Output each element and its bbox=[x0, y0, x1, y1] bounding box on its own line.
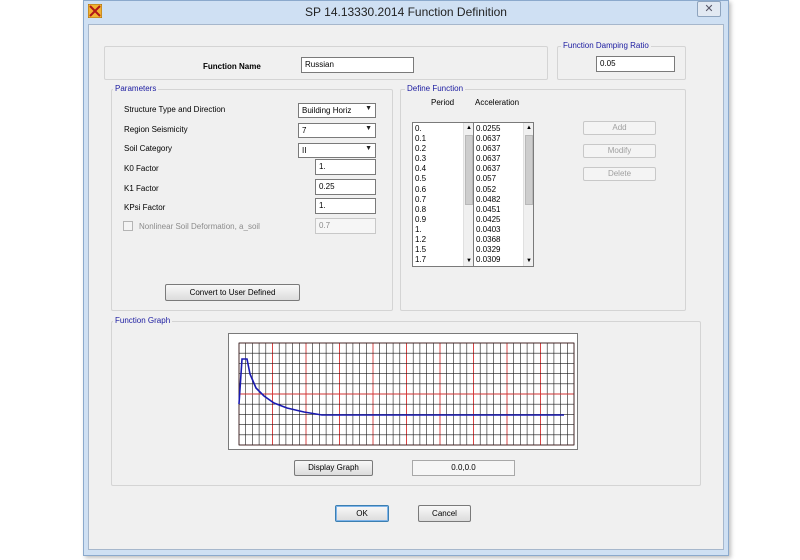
scroll-thumb[interactable] bbox=[525, 135, 533, 205]
chevron-down-icon: ▼ bbox=[365, 145, 372, 152]
graph-coordinate-readout: 0.0,0.0 bbox=[412, 460, 515, 476]
scroll-up-icon[interactable]: ▲ bbox=[524, 123, 533, 133]
soil-category-value: II bbox=[302, 146, 307, 155]
cancel-button[interactable]: Cancel bbox=[418, 505, 471, 522]
chevron-down-icon: ▼ bbox=[365, 105, 372, 112]
modify-button[interactable]: Modify bbox=[583, 144, 656, 158]
chevron-down-icon: ▼ bbox=[365, 125, 372, 132]
close-button[interactable]: ✕ bbox=[697, 1, 721, 17]
region-seismicity-label: Region Seismicity bbox=[124, 125, 188, 134]
soil-category-label: Soil Category bbox=[124, 144, 173, 153]
structure-type-select[interactable]: Building Horiz ▼ bbox=[298, 103, 376, 118]
function-name-input[interactable]: Russian bbox=[301, 57, 414, 73]
k1-factor-input[interactable]: 0.25 bbox=[315, 179, 376, 195]
function-graph bbox=[228, 333, 578, 450]
structure-type-value: Building Horiz bbox=[302, 106, 352, 115]
acceleration-list[interactable]: 0.0255 0.0637 0.0637 0.0637 0.0637 0.057 0.052… bbox=[473, 122, 534, 267]
display-graph-button[interactable]: Display Graph bbox=[294, 460, 373, 476]
nonlinear-soil-checkbox[interactable] bbox=[123, 221, 133, 231]
k0-factor-label: K0 Factor bbox=[124, 164, 159, 173]
period-header: Period bbox=[431, 98, 455, 107]
structure-type-label: Structure Type and Direction bbox=[124, 105, 226, 114]
define-function-group-label: Define Function bbox=[405, 84, 466, 93]
soil-category-select[interactable]: II ▼ bbox=[298, 143, 376, 158]
acceleration-list-scrollbar[interactable]: ▲ ▼ bbox=[523, 123, 533, 266]
function-graph-plot bbox=[238, 342, 575, 446]
app-icon bbox=[87, 3, 103, 19]
function-graph-group-label: Function Graph bbox=[113, 316, 173, 325]
k0-factor-input[interactable]: 1. bbox=[315, 159, 376, 175]
kpsi-factor-input[interactable]: 1. bbox=[315, 198, 376, 214]
nonlinear-soil-input[interactable]: 0.7 bbox=[315, 218, 376, 234]
window-title: SP 14.13330.2014 Function Definition bbox=[305, 5, 507, 19]
parameters-group-label: Parameters bbox=[113, 84, 159, 93]
k1-factor-label: K1 Factor bbox=[124, 184, 159, 193]
period-list[interactable]: 0. 0.1 0.2 0.3 0.4 0.5 0.6 0.7 0.8 0.9 1. 1.2 1.5 1.7… bbox=[412, 122, 474, 267]
add-button[interactable]: Add bbox=[583, 121, 656, 135]
close-icon: ✕ bbox=[704, 3, 714, 15]
period-list-scrollbar[interactable]: ▲ ▼ bbox=[463, 123, 473, 266]
damping-group-label: Function Damping Ratio bbox=[561, 41, 651, 50]
nonlinear-soil-label: Nonlinear Soil Deformation, a_soil bbox=[139, 222, 260, 231]
damping-ratio-input[interactable]: 0.05 bbox=[596, 56, 675, 72]
function-name-label: Function Name bbox=[203, 62, 261, 71]
delete-button[interactable]: Delete bbox=[583, 167, 656, 181]
region-seismicity-value: 7 bbox=[302, 126, 307, 135]
kpsi-factor-label: KPsi Factor bbox=[124, 203, 166, 212]
region-seismicity-select[interactable]: 7 ▼ bbox=[298, 123, 376, 138]
convert-to-user-defined-button[interactable]: Convert to User Defined bbox=[165, 284, 300, 301]
function-curve bbox=[238, 358, 564, 416]
scroll-thumb[interactable] bbox=[465, 135, 473, 205]
acceleration-header: Acceleration bbox=[475, 98, 520, 107]
scroll-down-icon[interactable]: ▼ bbox=[524, 256, 533, 266]
ok-button[interactable]: OK bbox=[335, 505, 389, 522]
